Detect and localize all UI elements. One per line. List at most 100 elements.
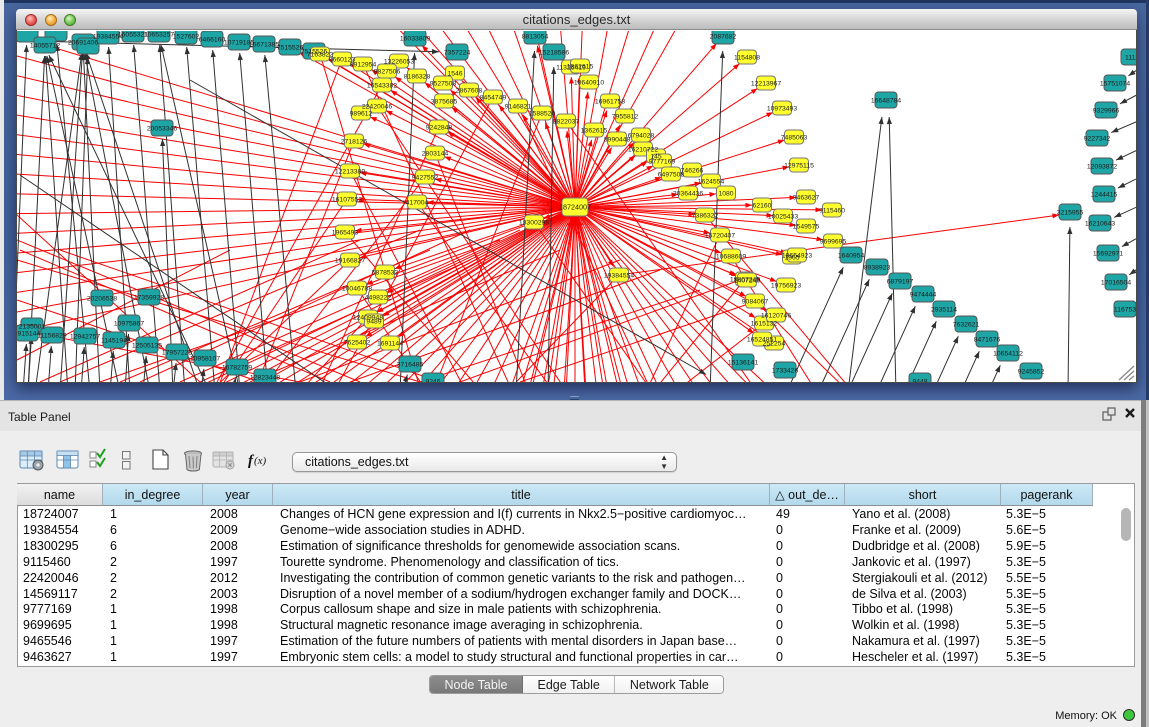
svg-text:6879197: 6879197 [887, 278, 914, 285]
svg-text:9245852: 9245852 [1018, 368, 1045, 375]
svg-text:16120746: 16120746 [761, 312, 791, 319]
svg-text:9329966: 9329966 [1093, 107, 1120, 114]
svg-text:17359928: 17359928 [134, 294, 164, 301]
svg-text:1362615: 1362615 [567, 63, 594, 70]
svg-text:9227342: 9227342 [1084, 135, 1111, 142]
svg-text:22420046: 22420046 [362, 103, 392, 110]
svg-text:18724007: 18724007 [559, 203, 591, 212]
svg-text:20364436: 20364436 [673, 190, 703, 197]
svg-text:8990448: 8990448 [604, 136, 631, 143]
svg-text:16107552: 16107552 [332, 196, 362, 203]
svg-text:9527508: 9527508 [430, 80, 457, 87]
svg-text:18300295: 18300295 [519, 219, 549, 226]
svg-text:17016504: 17016504 [1101, 279, 1131, 286]
svg-text:9427552: 9427552 [412, 174, 439, 181]
svg-text:9146821: 9146821 [505, 103, 532, 110]
svg-text:9242848: 9242848 [426, 124, 453, 131]
svg-text:6466160: 6466160 [199, 36, 226, 43]
svg-text:1640954: 1640954 [838, 252, 865, 259]
svg-text:10654112: 10654112 [993, 350, 1023, 357]
svg-text:15218586: 15218586 [539, 49, 569, 56]
svg-text:20206538: 20206538 [87, 295, 117, 302]
svg-text:1615132: 1615132 [751, 320, 778, 327]
svg-text:7357224: 7357224 [444, 49, 471, 56]
svg-text:3215955: 3215955 [1057, 209, 1084, 216]
svg-text:15136141: 15136141 [728, 359, 758, 366]
svg-text:1527602: 1527602 [173, 33, 200, 40]
svg-text:12975115: 12975115 [784, 162, 814, 169]
svg-text:2867608: 2867608 [456, 87, 483, 94]
svg-text:10046788: 10046788 [342, 285, 372, 292]
svg-text:7955812: 7955812 [612, 113, 639, 120]
svg-text:12213389: 12213389 [335, 168, 365, 175]
svg-text:9246: 9246 [425, 378, 440, 382]
svg-text:16782759: 16782759 [222, 364, 252, 371]
svg-text:9699695: 9699695 [820, 238, 847, 245]
svg-text:10653257: 10653257 [144, 31, 174, 38]
svg-text:16033809: 16033809 [400, 35, 430, 42]
svg-text:12505135: 12505135 [132, 342, 162, 349]
svg-text:2803144: 2803144 [422, 150, 449, 157]
svg-text:1145194: 1145194 [101, 337, 127, 344]
svg-text:16210643: 16210643 [1085, 220, 1115, 227]
svg-text:8938923: 8938923 [864, 264, 891, 271]
svg-text:8454749: 8454749 [480, 94, 507, 101]
svg-text:8186328: 8186328 [404, 73, 431, 80]
svg-text:19384554: 19384554 [604, 272, 634, 279]
svg-text:1965493: 1965493 [332, 229, 359, 236]
svg-text:7625402: 7625402 [344, 339, 371, 346]
svg-text:7515526: 7515526 [277, 44, 304, 51]
svg-text:1080: 1080 [718, 190, 733, 197]
svg-text:16961758: 16961758 [595, 98, 625, 105]
svg-text:1624554: 1624554 [698, 178, 725, 185]
svg-text:1691144: 1691144 [377, 340, 403, 347]
svg-text:1154808: 1154808 [734, 54, 760, 61]
svg-text:15720407: 15720407 [705, 232, 735, 239]
svg-text:116753: 116753 [1114, 306, 1136, 313]
svg-text:8912954: 8912954 [350, 61, 377, 68]
svg-text:15751074: 15751074 [1100, 80, 1130, 87]
svg-text:8813054: 8813054 [522, 33, 549, 40]
svg-text:20053346: 20053346 [147, 125, 177, 132]
svg-text:10025433: 10025433 [768, 213, 798, 220]
svg-text:9115460: 9115460 [819, 207, 845, 214]
svg-text:14055712: 14055712 [30, 42, 60, 49]
svg-text:989612: 989612 [350, 110, 373, 117]
svg-text:2087682: 2087682 [710, 33, 737, 40]
svg-text:10958107: 10958107 [190, 355, 220, 362]
svg-text:746266: 746266 [681, 167, 704, 174]
svg-text:62160: 62160 [753, 202, 772, 209]
svg-text:12093872: 12093872 [1087, 163, 1117, 170]
svg-text:19654923: 19654923 [782, 252, 812, 259]
svg-text:12213967: 12213967 [751, 80, 781, 87]
svg-text:1244415: 1244415 [1091, 191, 1118, 198]
svg-text:(x): (x) [254, 455, 267, 467]
svg-text:1549575: 1549575 [793, 223, 820, 230]
svg-text:1362615: 1362615 [581, 127, 608, 134]
svg-text:8471676: 8471676 [974, 336, 1001, 343]
svg-text:10975867: 10975867 [114, 320, 144, 327]
svg-text:13226053: 13226053 [384, 58, 414, 65]
svg-text:17957225: 17957225 [162, 349, 192, 356]
svg-text:12942757: 12942757 [70, 333, 100, 340]
svg-text:7485063: 7485063 [781, 134, 808, 141]
svg-text:4498222: 4498222 [365, 294, 392, 301]
svg-text:1112: 1112 [1125, 54, 1136, 61]
svg-text:10973493: 10973493 [767, 105, 797, 112]
svg-text:9084067: 9084067 [742, 298, 769, 305]
svg-text:1588520: 1588520 [529, 110, 556, 117]
svg-text:19166827: 19166827 [335, 257, 365, 264]
svg-text:16671385: 16671385 [249, 41, 279, 48]
svg-text:9474444: 9474444 [910, 291, 937, 298]
svg-text:7632621: 7632621 [953, 321, 980, 328]
svg-text:8822037: 8822037 [553, 118, 580, 125]
svg-text:16648784: 16648784 [871, 97, 901, 104]
svg-text:2135001: 2135001 [19, 323, 46, 330]
svg-text:20691406: 20691406 [68, 39, 98, 46]
svg-text:12823448: 12823448 [250, 374, 280, 381]
svg-text:16524851: 16524851 [747, 336, 777, 343]
svg-text:1733426: 1733426 [772, 367, 799, 374]
svg-text:9489: 9489 [366, 318, 381, 325]
svg-text:9448: 9448 [912, 378, 927, 382]
svg-text:2718126: 2718126 [341, 138, 368, 145]
